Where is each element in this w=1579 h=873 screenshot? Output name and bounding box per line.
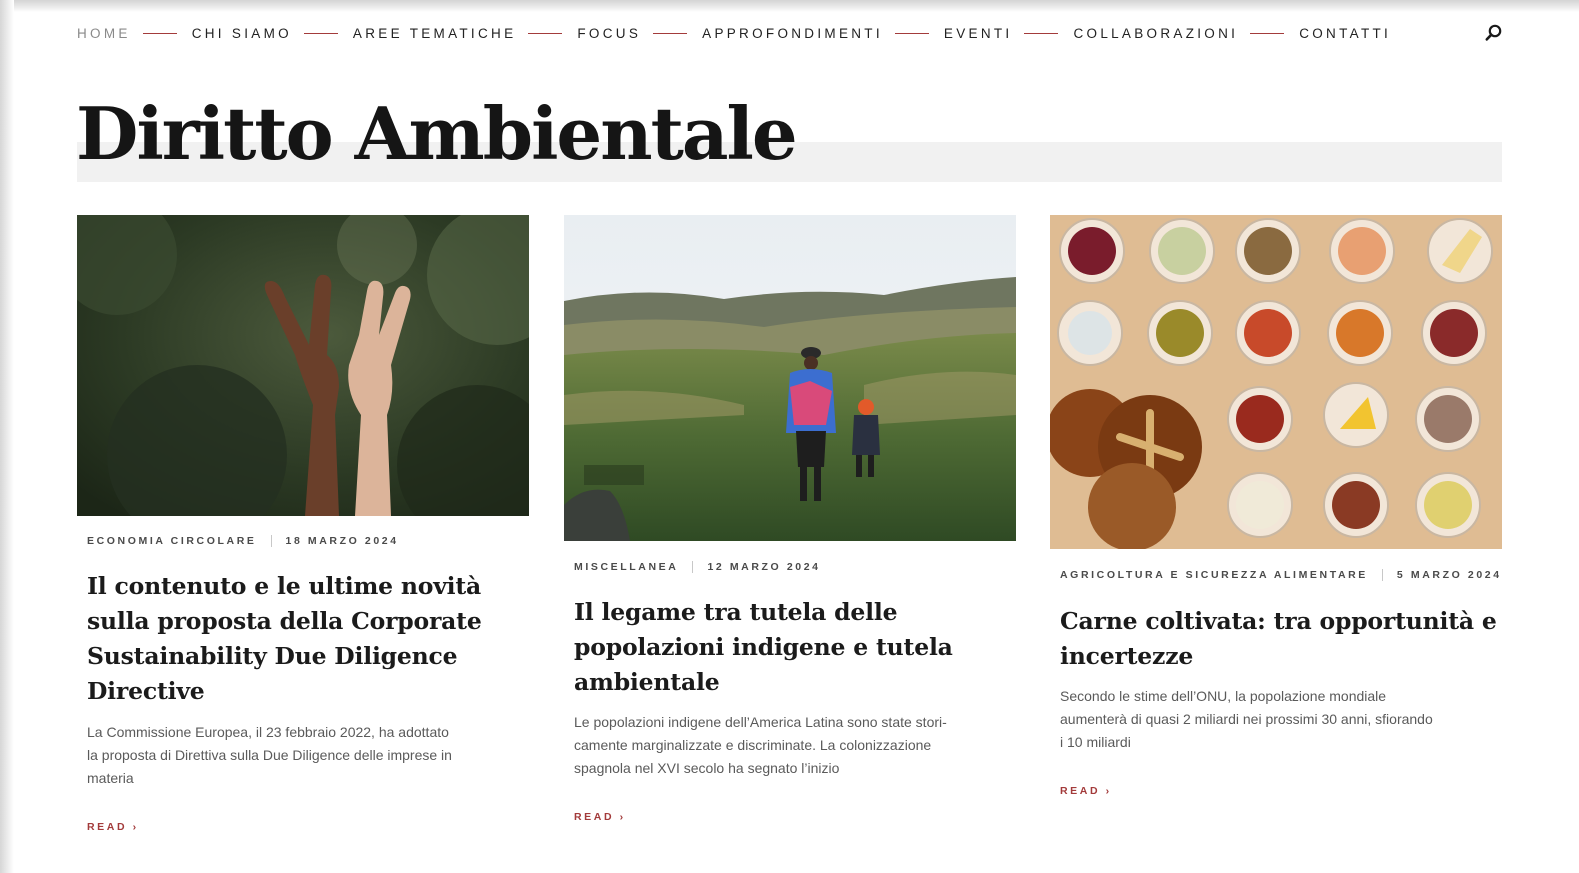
article-meta: MISCELLANEA 12 MARZO 2024 xyxy=(574,561,821,573)
excerpt-line: spagnola nel XVI secolo ha segnato l’ini… xyxy=(574,760,840,776)
page-title: Diritto Ambientale xyxy=(76,91,798,176)
nav-separator xyxy=(528,32,563,34)
article-excerpt: Le popolazioni indigene dell’America Lat… xyxy=(574,711,984,780)
article-image-andes-landscape[interactable] xyxy=(564,215,1016,541)
read-more-link[interactable]: READ › xyxy=(574,811,626,823)
article-image-food-bowls[interactable] xyxy=(1050,215,1502,549)
meta-divider xyxy=(1381,569,1383,581)
meta-divider xyxy=(692,561,694,573)
excerpt-line: Secondo le stime dell’ONU, la popolazion… xyxy=(1060,688,1387,704)
window-edge-top xyxy=(0,0,1579,12)
title-line: sulla proposta della Corporate xyxy=(87,607,482,635)
article-meta: ECONOMIA CIRCOLARE 18 MARZO 2024 xyxy=(87,535,399,547)
nav-item-collaborazioni[interactable]: COLLABORAZIONI xyxy=(1073,26,1238,41)
title-line: Directive xyxy=(87,677,205,705)
title-line: popolazioni indigene e tutela xyxy=(574,633,953,661)
article-meta: AGRICOLTURA E SICUREZZA ALIMENTARE 5 MAR… xyxy=(1060,569,1502,581)
window-edge-left xyxy=(0,0,14,873)
nav-item-focus[interactable]: FOCUS xyxy=(577,26,641,41)
main-nav: HOME CHI SIAMO AREE TEMATICHE FOCUS APPR… xyxy=(77,25,1391,41)
article-image-hands-peace-sign[interactable] xyxy=(77,215,529,516)
title-line: Sustainability Due Diligence xyxy=(87,642,458,670)
article-category[interactable]: MISCELLANEA xyxy=(574,561,678,573)
nav-separator xyxy=(142,32,177,34)
read-more-link[interactable]: READ › xyxy=(87,821,139,833)
article-excerpt: La Commissione Europea, il 23 febbraio 2… xyxy=(87,721,497,790)
article-category[interactable]: AGRICOLTURA E SICUREZZA ALIMENTARE xyxy=(1060,569,1368,581)
nav-item-chi-siamo[interactable]: CHI SIAMO xyxy=(192,26,292,41)
page: HOME CHI SIAMO AREE TEMATICHE FOCUS APPR… xyxy=(0,0,1579,873)
article-title[interactable]: Il legame tra tutela delle popolazioni i… xyxy=(574,595,994,700)
nav-item-eventi[interactable]: EVENTI xyxy=(944,26,1013,41)
title-line: Il legame tra tutela delle xyxy=(574,598,898,626)
excerpt-line: la proposta di Direttiva sulla Due Dilig… xyxy=(87,747,452,763)
excerpt-line: materia xyxy=(87,770,134,786)
excerpt-line: Le popolazioni indigene dell’America Lat… xyxy=(574,714,947,730)
nav-item-aree-tematiche[interactable]: AREE TEMATICHE xyxy=(353,26,516,41)
article-category[interactable]: ECONOMIA CIRCOLARE xyxy=(87,535,257,547)
nav-item-approfondimenti[interactable]: APPROFONDIMENTI xyxy=(702,26,883,41)
nav-separator xyxy=(653,32,688,34)
article-date: 5 MARZO 2024 xyxy=(1396,569,1502,581)
nav-separator xyxy=(303,32,338,34)
excerpt-line: i 10 miliardi xyxy=(1060,734,1131,750)
title-line: Il contenuto e le ultime novità xyxy=(87,572,482,600)
article-date: 12 MARZO 2024 xyxy=(707,561,821,573)
title-line: incertezze xyxy=(1060,642,1194,670)
article-excerpt: Secondo le stime dell’ONU, la popolazion… xyxy=(1060,685,1470,754)
meta-divider xyxy=(270,535,272,547)
nav-separator xyxy=(1024,32,1059,34)
search-icon[interactable] xyxy=(1484,23,1504,43)
nav-separator xyxy=(1250,32,1285,34)
title-line: Carne coltivata: tra opportunità e xyxy=(1060,607,1497,635)
excerpt-line: La Commissione Europea, il 23 febbraio 2… xyxy=(87,724,449,740)
nav-item-home[interactable]: HOME xyxy=(77,26,131,41)
article-title[interactable]: Il contenuto e le ultime novità sulla pr… xyxy=(87,569,507,709)
excerpt-line: camente marginalizzate e discriminate. L… xyxy=(574,737,932,753)
excerpt-line: aumenterà di quasi 2 miliardi nei prossi… xyxy=(1060,711,1433,727)
title-line: ambientale xyxy=(574,668,720,696)
article-title[interactable]: Carne coltivata: tra opportunità e incer… xyxy=(1060,604,1500,674)
nav-separator xyxy=(894,32,929,34)
nav-item-contatti[interactable]: CONTATTI xyxy=(1299,26,1391,41)
article-date: 18 MARZO 2024 xyxy=(285,535,399,547)
read-more-link[interactable]: READ › xyxy=(1060,785,1112,797)
